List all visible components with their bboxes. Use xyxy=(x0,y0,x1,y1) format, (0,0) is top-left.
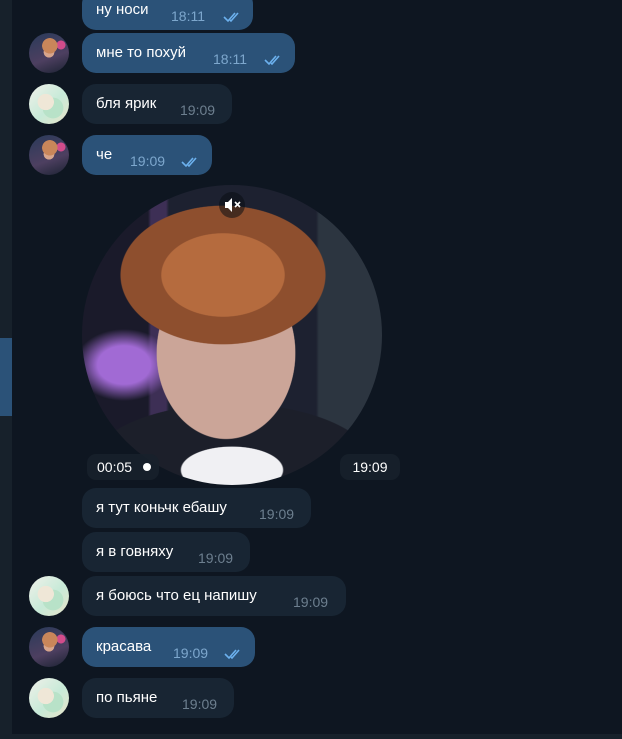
message-bubble[interactable]: красава 19:09 xyxy=(82,627,255,667)
message-time: 19:09 xyxy=(173,645,209,661)
avatar[interactable] xyxy=(29,627,69,667)
video-duration: 00:05 xyxy=(87,454,159,480)
chat-area: ну носи 18:11 мне то похуй 18:11 бля яри… xyxy=(0,0,622,739)
double-check-icon xyxy=(181,157,197,168)
message-text: я в говняху xyxy=(96,543,174,560)
selected-chat-indicator xyxy=(0,338,12,416)
composer-edge xyxy=(12,734,622,739)
avatar[interactable] xyxy=(29,678,69,718)
message-bubble[interactable]: я боюсь что ец напишу 19:09 xyxy=(82,576,346,616)
message-time: 19:09 xyxy=(130,153,166,169)
message-text: по пьяне xyxy=(96,689,158,706)
message-bubble[interactable]: бля ярик 19:09 xyxy=(82,84,232,124)
message-text: бля ярик xyxy=(96,95,157,112)
message-text: мне то похуй xyxy=(96,44,186,61)
message-bubble[interactable]: мне то похуй 18:11 xyxy=(82,33,295,73)
video-duration-text: 00:05 xyxy=(97,459,133,475)
message-text: красава xyxy=(96,638,152,655)
message-time: 18:11 xyxy=(171,8,205,24)
message-bubble[interactable]: я в говняху 19:09 xyxy=(82,532,250,572)
unplayed-dot xyxy=(143,463,151,471)
message-time: 19:09 xyxy=(293,594,329,610)
chat-list-edge[interactable] xyxy=(0,0,12,739)
speaker-muted-icon[interactable] xyxy=(219,192,245,218)
double-check-icon xyxy=(223,12,239,23)
avatar[interactable] xyxy=(29,576,69,616)
video-time: 19:09 xyxy=(340,454,400,480)
message-text: я тут коньчк ебашу xyxy=(96,499,227,516)
message-bubble[interactable]: я тут коньчк ебашу 19:09 xyxy=(82,488,311,528)
message-time: 19:09 xyxy=(182,696,218,712)
message-bubble[interactable]: че 19:09 xyxy=(82,135,212,175)
message-text: я боюсь что ец напишу xyxy=(96,587,257,604)
message-bubble[interactable]: ну носи 18:11 xyxy=(82,0,253,30)
avatar[interactable] xyxy=(29,135,69,175)
avatar[interactable] xyxy=(29,33,69,73)
double-check-icon xyxy=(224,649,240,660)
avatar[interactable] xyxy=(29,84,69,124)
message-text: че xyxy=(96,146,113,163)
message-time: 19:09 xyxy=(180,102,216,118)
double-check-icon xyxy=(264,55,280,66)
message-time: 19:09 xyxy=(259,506,295,522)
message-text: ну носи xyxy=(96,1,149,18)
message-time: 18:11 xyxy=(213,51,247,67)
message-time: 19:09 xyxy=(198,550,234,566)
message-bubble[interactable]: по пьяне 19:09 xyxy=(82,678,234,718)
round-video-message[interactable] xyxy=(82,185,382,485)
